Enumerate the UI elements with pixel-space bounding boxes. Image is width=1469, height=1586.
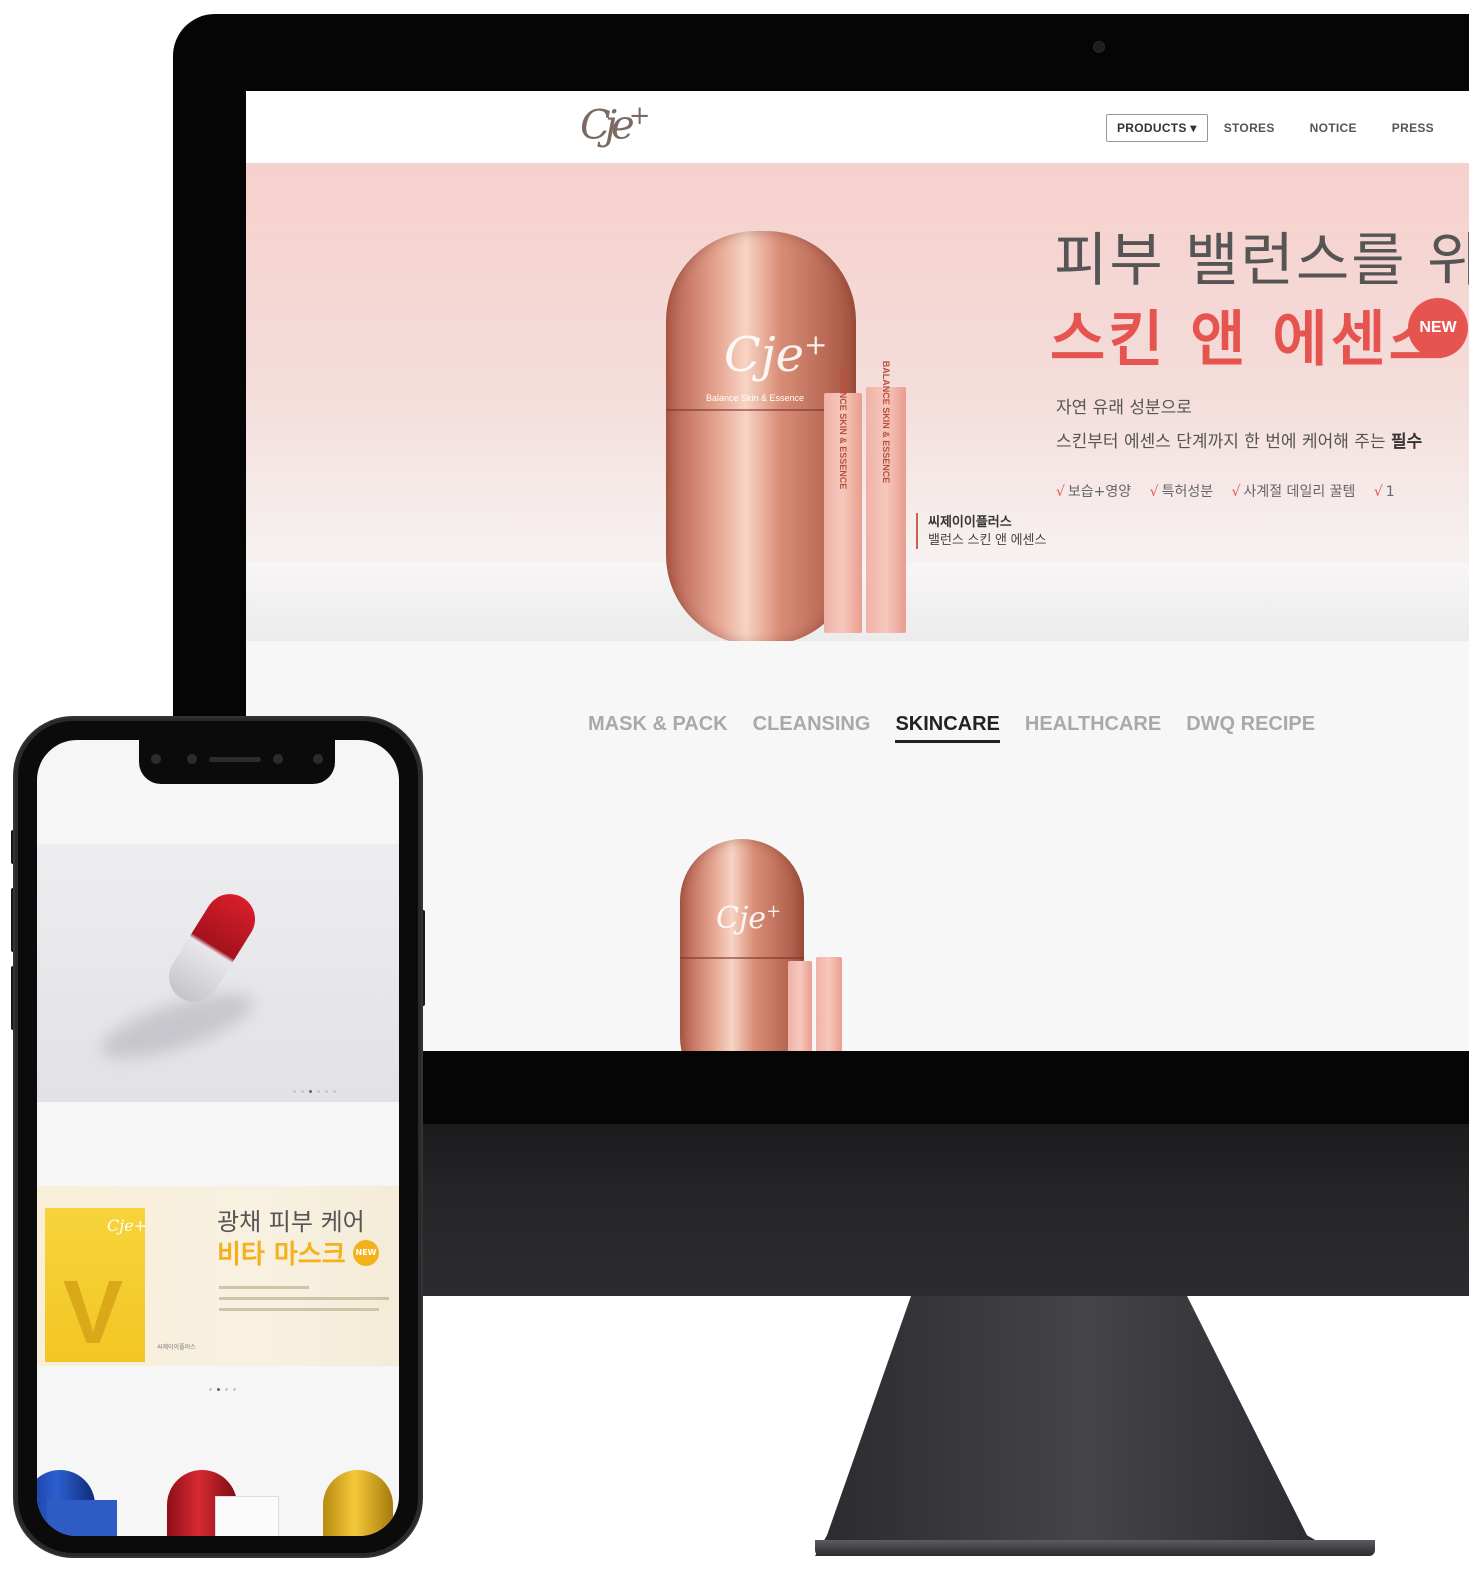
category-tabs: MASK & PACK CLEANSING SKINCARE HEALTHCAR… — [588, 713, 1340, 743]
phone-notch — [139, 740, 335, 784]
stick-label-1: BALANCE SKIN & ESSENCE — [838, 366, 848, 490]
vita-mask-pack-image: Cje+ V — [45, 1208, 147, 1362]
product-box-white — [215, 1496, 279, 1536]
hero-description: 자연 유래 성분으로 스킨부터 에센스 단계까지 한 번에 케어해 주는 필수 — [1056, 391, 1422, 459]
hero-desc-line2-bold: 필수 — [1391, 432, 1423, 452]
desktop-screen: Cje+ PRODUCTS ▾ STORES NOTICE PRESS Cje+… — [246, 91, 1469, 1051]
check-icon: √ — [1373, 484, 1383, 500]
check-icon: √ — [1231, 484, 1241, 500]
tab-cleansing[interactable]: CLEANSING — [753, 713, 871, 743]
mobile-hero-banner[interactable] — [37, 844, 399, 1102]
tab-skincare[interactable]: SKINCARE — [895, 713, 1000, 743]
tab-healthcare[interactable]: HEALTHCARE — [1025, 713, 1161, 743]
banner-small-text — [219, 1286, 389, 1319]
nav-notice[interactable]: NOTICE — [1310, 121, 1357, 135]
camera-icon — [1093, 41, 1105, 53]
check-icon: √ — [1149, 484, 1159, 500]
caption-product: 밸런스 스킨 앤 에센스 — [928, 532, 1047, 547]
hero-tags: √ 보습+영양 √ 특허성분 √ 사계절 데일리 꿀템 √ 1 — [1056, 481, 1409, 501]
product-thumb-gold[interactable] — [323, 1470, 393, 1536]
imac-stand — [815, 1296, 1343, 1556]
hero-tag: √ 1 — [1373, 484, 1395, 500]
nav-products-label: PRODUCTS — [1117, 121, 1187, 135]
main-nav: PRODUCTS ▾ STORES NOTICE PRESS — [1106, 113, 1469, 143]
banner-title-line2: 비타 마스크 — [217, 1240, 346, 1270]
capsule-label: Balance Skin & Essence — [706, 393, 805, 403]
vita-mask-banner[interactable]: Cje+ V 광채 피부 케어 비타 마스크 NEW 씨제이이플러스 — [37, 1186, 399, 1366]
site-header: Cje+ PRODUCTS ▾ STORES NOTICE PRESS — [246, 91, 1469, 163]
hero-tag: √ 사계절 데일리 꿀템 — [1231, 484, 1356, 500]
hero-caption: 씨제이이플러스 밸런스 스킨 앤 에센스 — [916, 513, 1046, 549]
new-badge: NEW — [1408, 298, 1468, 358]
banner-new-badge: NEW — [353, 1240, 379, 1266]
product-card-image[interactable]: Cje+ — [680, 839, 804, 1051]
hero-desc-line2-text: 스킨부터 에센스 단계까지 한 번에 케어해 주는 — [1056, 432, 1386, 452]
product-stick-1: BALANCE SKIN & ESSENCE — [824, 367, 862, 633]
hero-pager — [293, 1090, 336, 1093]
banner-pager — [209, 1388, 236, 1391]
check-icon: √ — [1056, 484, 1065, 500]
nav-products-dropdown[interactable]: PRODUCTS ▾ — [1106, 114, 1208, 142]
nav-stores[interactable]: STORES — [1224, 121, 1275, 135]
nav-press[interactable]: PRESS — [1392, 121, 1434, 135]
hero-title-line2: 스킨 앤 에센스 — [1050, 305, 1447, 375]
hero-banner[interactable]: Cje+ Balance Skin & Essence BALANCE SKIN… — [246, 163, 1469, 641]
hero-desc-line2: 스킨부터 에센스 단계까지 한 번에 케어해 주는 필수 — [1056, 425, 1422, 459]
product-card-stick-1 — [788, 961, 812, 1051]
mobile-product-row — [37, 1450, 399, 1536]
tab-dwq-recipe[interactable]: DWQ RECIPE — [1186, 713, 1315, 743]
mobile-screen: Cje+ V 광채 피부 케어 비타 마스크 NEW 씨제이이플러스 — [37, 740, 399, 1536]
banner-title-line1: 광채 피부 케어 — [217, 1208, 365, 1236]
brand-logo[interactable]: Cje+ — [580, 101, 660, 157]
hero-tag: √ 보습+영양 — [1056, 484, 1132, 500]
smartphone: Cje+ V 광채 피부 케어 비타 마스크 NEW 씨제이이플러스 — [15, 718, 421, 1556]
chevron-down-icon: ▾ — [1190, 121, 1197, 135]
red-capsule-image — [159, 884, 265, 1012]
product-stick-2: BALANCE SKIN & ESSENCE — [866, 361, 906, 633]
hero-desc-line1: 자연 유래 성분으로 — [1056, 398, 1192, 418]
stick-label-2: BALANCE SKIN & ESSENCE — [881, 360, 891, 484]
banner-caption: 씨제이이플러스 — [157, 1344, 196, 1351]
tab-mask-pack[interactable]: MASK & PACK — [588, 713, 728, 743]
product-box-blue — [47, 1500, 117, 1536]
hero-tag: √ 특허성분 — [1149, 484, 1214, 500]
hero-title-line1: 피부 밸런스를 위한 — [1054, 226, 1469, 294]
imac-stand-foot — [815, 1540, 1375, 1556]
product-card-stick-2 — [816, 957, 842, 1051]
caption-brand: 씨제이이플러스 — [928, 514, 1012, 529]
